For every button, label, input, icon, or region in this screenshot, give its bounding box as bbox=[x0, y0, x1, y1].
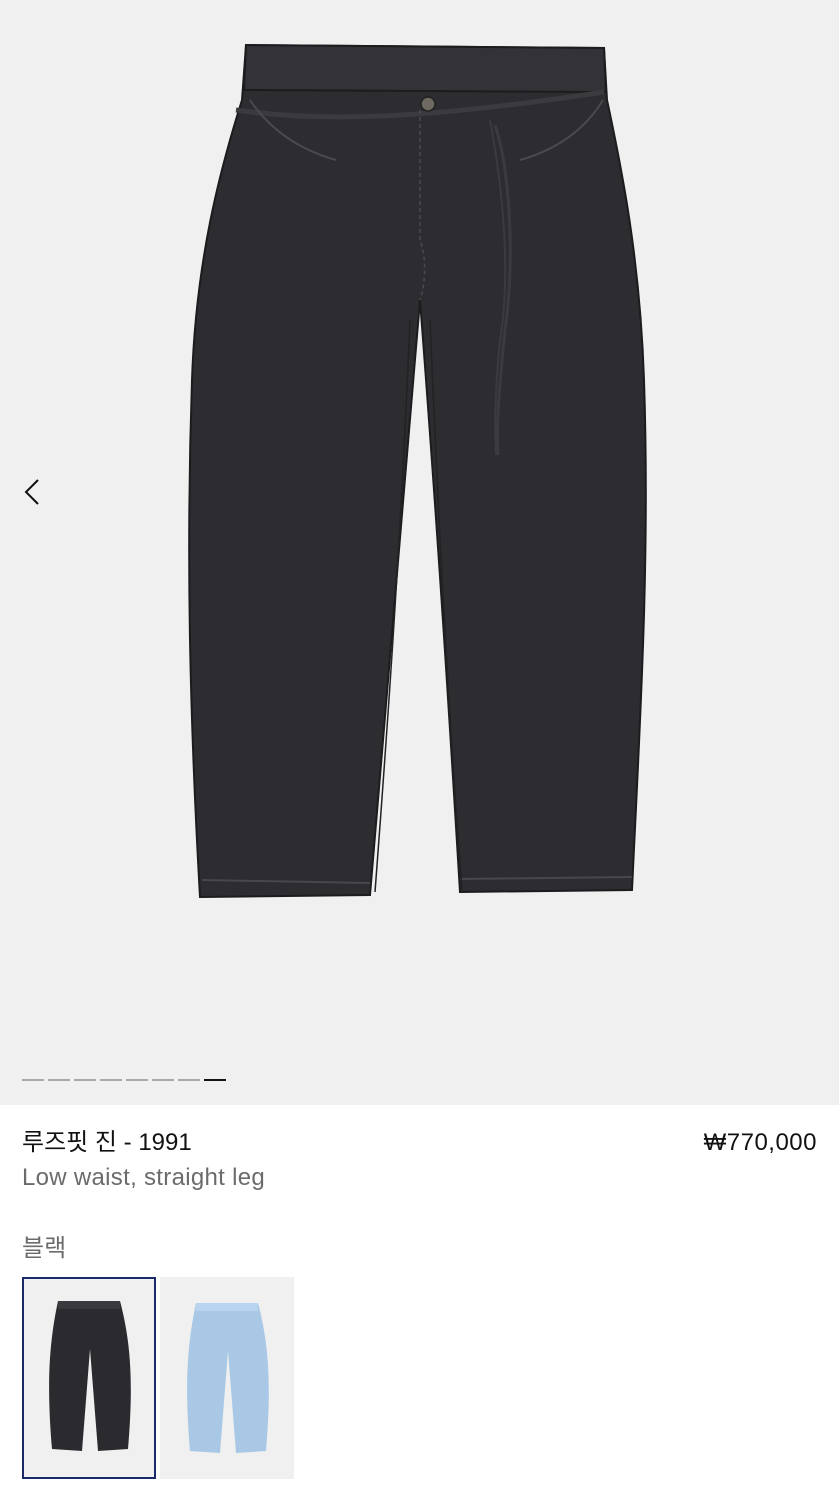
prev-image-button[interactable] bbox=[14, 472, 54, 512]
pagination-dot[interactable] bbox=[152, 1079, 174, 1081]
pagination-dot[interactable] bbox=[178, 1079, 200, 1081]
chevron-left-icon bbox=[24, 479, 39, 505]
product-subtitle: Low waist, straight leg bbox=[22, 1164, 266, 1191]
swatch-light-blue-image bbox=[187, 1303, 269, 1453]
product-image-gallery[interactable] bbox=[0, 0, 839, 1105]
product-title: 루즈핏 진 - 1991 bbox=[22, 1129, 192, 1156]
pagination-dot[interactable] bbox=[74, 1079, 96, 1081]
color-swatches bbox=[22, 1277, 294, 1479]
gallery-pagination bbox=[22, 1079, 226, 1081]
product-title-row: 루즈핏 진 - 1991 ₩770,000 bbox=[22, 1122, 817, 1157]
pagination-dot[interactable] bbox=[22, 1079, 44, 1081]
color-label: 블랙 bbox=[22, 1235, 67, 1262]
product-price: ₩770,000 bbox=[703, 1129, 817, 1156]
pagination-dot[interactable] bbox=[126, 1079, 148, 1081]
pagination-dot[interactable] bbox=[100, 1079, 122, 1081]
pagination-dot[interactable] bbox=[48, 1079, 70, 1081]
swatch-light-blue[interactable] bbox=[160, 1277, 294, 1479]
pagination-dot-active[interactable] bbox=[204, 1079, 226, 1081]
swatch-black-image bbox=[49, 1301, 131, 1451]
swatch-black[interactable] bbox=[22, 1277, 156, 1479]
product-image bbox=[188, 43, 647, 899]
